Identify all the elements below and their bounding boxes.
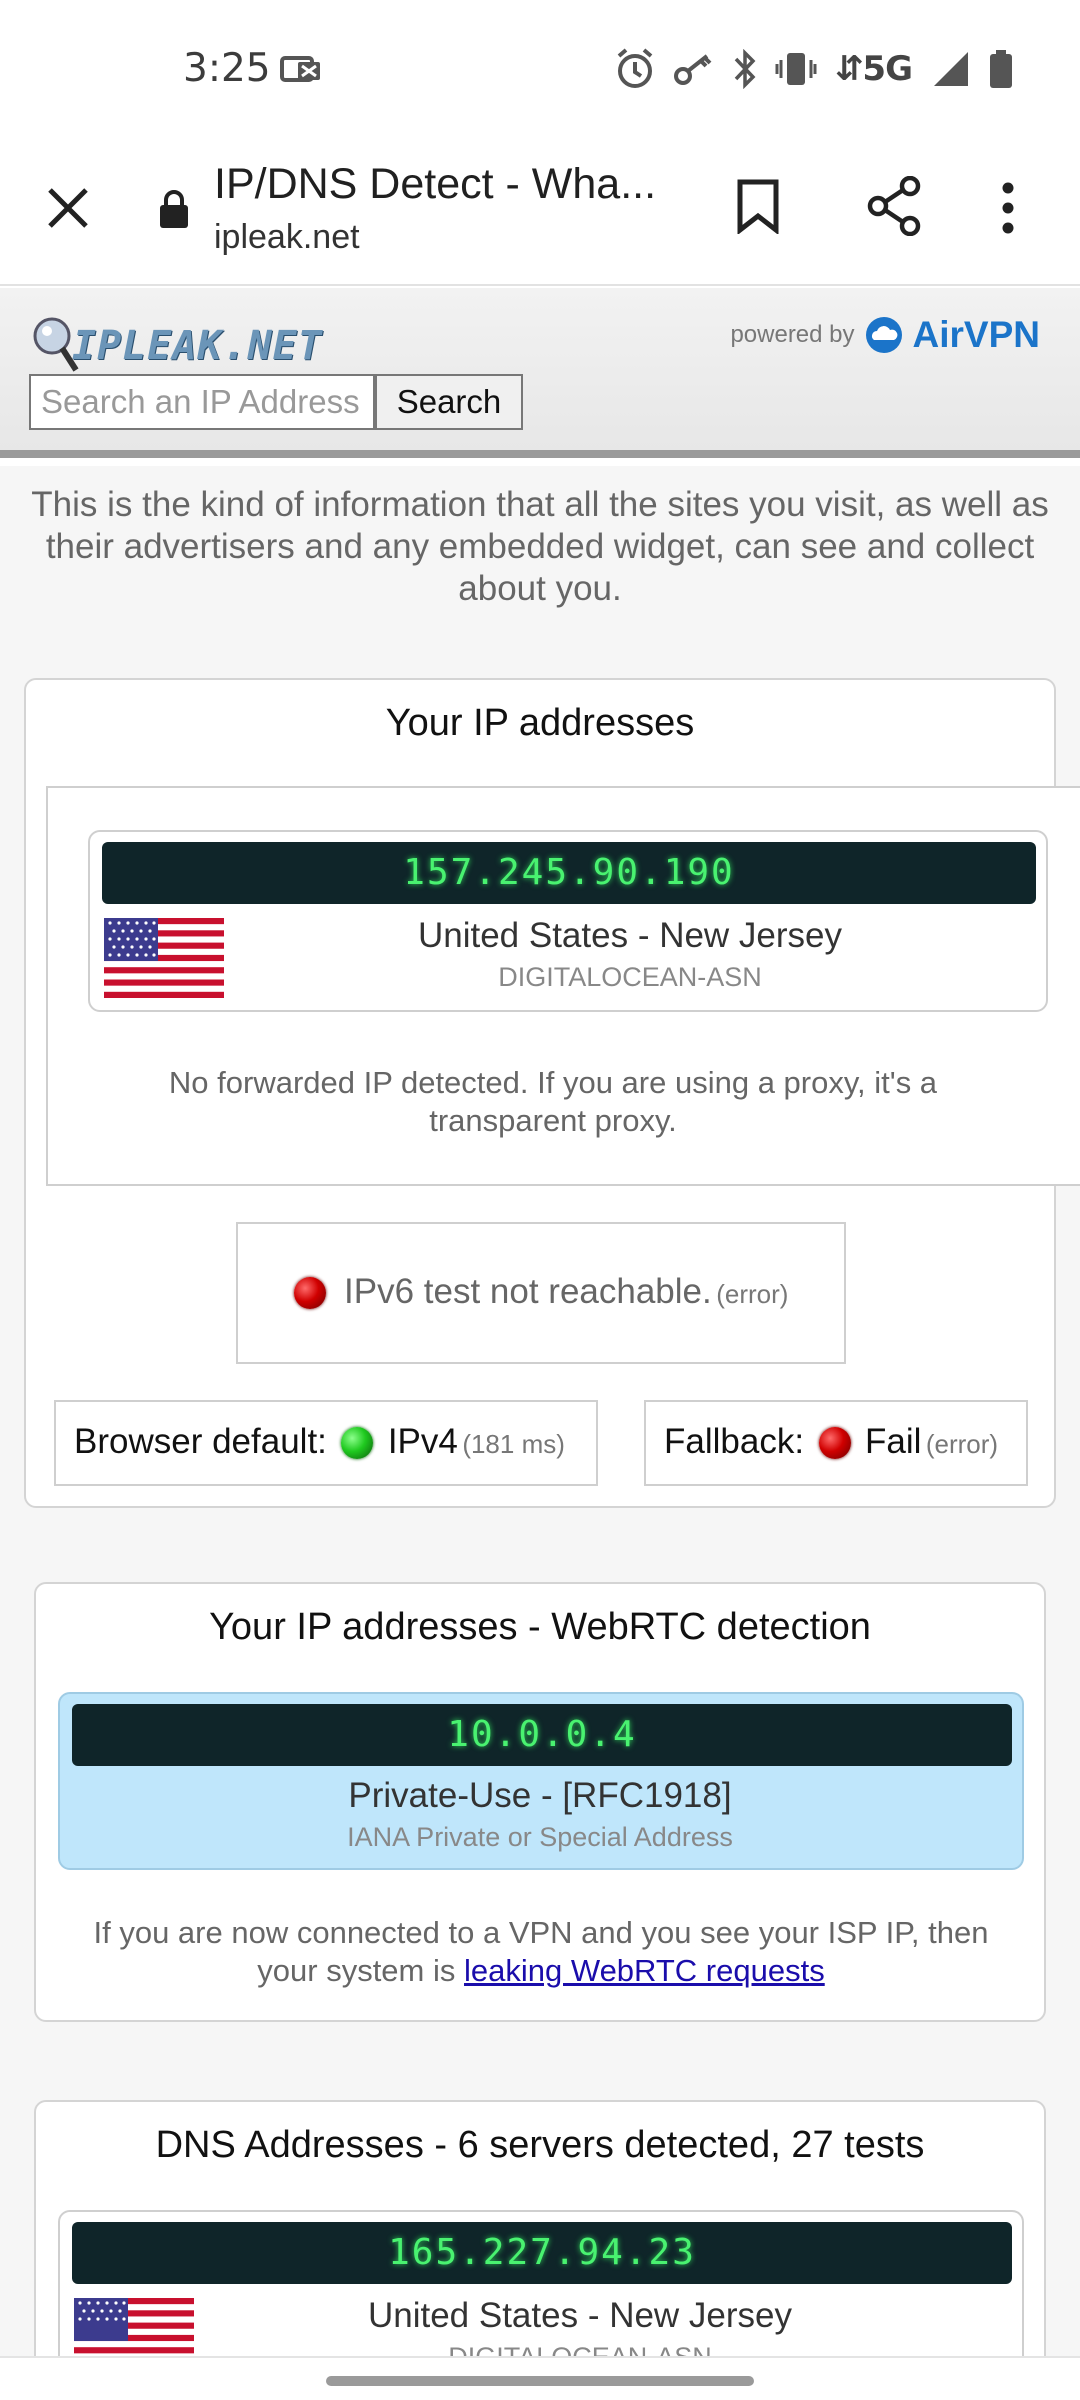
- browser-default-value: IPv4: [387, 1422, 458, 1461]
- airvpn-logo-text: AirVPN: [912, 314, 1040, 355]
- airvpn-cloud-icon: [865, 317, 902, 353]
- home-gesture-handle[interactable]: [326, 2376, 754, 2386]
- site-header: IPLEAK.NET powered by AirVPN Search: [0, 288, 1080, 458]
- fallback-value: Fail: [864, 1422, 922, 1461]
- ip-location: United States - New Jersey: [417, 916, 843, 955]
- browser-default-latency: (181 ms): [462, 1429, 565, 1459]
- ip-detail-frame: 157.245.90.190 United States - New Jerse…: [46, 786, 1080, 1186]
- ipv6-status-box: IPv6 test not reachable. (error): [236, 1222, 846, 1364]
- webrtc-leak-link[interactable]: leaking WebRTC requests: [464, 1953, 825, 1988]
- more-vert-icon[interactable]: [1000, 180, 1016, 236]
- dns-location: United States - New Jersey: [367, 2296, 793, 2335]
- browser-default-label: Browser default:: [74, 1422, 327, 1461]
- red-status-dot-icon: [818, 1426, 851, 1459]
- gesture-nav-bar: [0, 2356, 1080, 2400]
- intro-text: This is the kind of information that all…: [31, 485, 1049, 608]
- webrtc-location: Private-Use - [RFC1918]: [348, 1776, 732, 1815]
- bookmark-icon[interactable]: [734, 178, 782, 234]
- ip-isp: DIGITALOCEAN-ASN: [498, 962, 762, 992]
- powered-by-label: powered by: [730, 321, 855, 348]
- share-icon[interactable]: [866, 176, 922, 236]
- bluetooth-icon: [734, 49, 756, 89]
- dns-section-title: DNS Addresses - 6 servers detected, 27 t…: [155, 2124, 925, 2166]
- powered-by[interactable]: powered by AirVPN: [730, 314, 1040, 356]
- browser-default-box: Browser default: IPv4 (181 ms): [54, 1400, 598, 1486]
- lock-icon[interactable]: [158, 188, 190, 230]
- ip-box: 157.245.90.190 United States - New Jerse…: [88, 830, 1048, 1012]
- close-icon[interactable]: [42, 182, 94, 234]
- forwarded-ip-note: No forwarded IP detected. If you are usi…: [168, 1065, 938, 1138]
- webrtc-ip-box: 10.0.0.4 Private-Use - [RFC1918] IANA Pr…: [58, 1692, 1024, 1870]
- fallback-label: Fallback:: [664, 1422, 805, 1461]
- dns-isp: DIGITALOCEAN-ASN: [190, 2342, 970, 2356]
- status-bar: 3:25 ⇵5G: [0, 0, 1080, 140]
- search-button[interactable]: Search: [375, 374, 523, 430]
- dns-card: DNS Addresses - 6 servers detected, 27 t…: [34, 2100, 1046, 2356]
- logo-text: IPLEAK.NET: [72, 323, 323, 369]
- page-title[interactable]: IP/DNS Detect - Wha...: [214, 160, 674, 209]
- webrtc-section-title: Your IP addresses - WebRTC detection: [209, 1606, 871, 1648]
- signal-icon: [934, 52, 968, 86]
- vpn-key-icon: [673, 54, 712, 85]
- red-status-dot-icon: [293, 1276, 326, 1309]
- ipv6-error-text: (error): [716, 1279, 789, 1309]
- webrtc-card: Your IP addresses - WebRTC detection 10.…: [34, 1582, 1046, 2022]
- webrtc-isp: IANA Private or Special Address: [347, 1822, 733, 1852]
- ip-search: Search: [29, 374, 523, 430]
- green-status-dot-icon: [341, 1426, 374, 1459]
- dns-ip-box: 165.227.94.23 United States - New Jersey…: [58, 2210, 1024, 2356]
- notification-card-icon: [280, 52, 324, 91]
- ip-address-display[interactable]: 157.245.90.190: [102, 842, 1036, 904]
- network-type: ⇵5G: [834, 49, 913, 89]
- ip-addresses-card: Your IP addresses 157.245.90.190 United …: [24, 678, 1080, 1508]
- status-icons: ⇵5G: [615, 48, 1014, 90]
- url-text[interactable]: ipleak.net: [214, 218, 360, 257]
- ip-search-input[interactable]: [29, 374, 375, 430]
- ipv6-status-text: IPv6 test not reachable.: [344, 1272, 712, 1311]
- us-flag-icon: [74, 2298, 194, 2356]
- battery-icon: [990, 50, 1012, 88]
- vibrate-icon: [775, 53, 817, 85]
- us-flag-icon: [104, 918, 224, 998]
- main-content: This is the kind of information that all…: [0, 466, 1080, 2356]
- browser-toolbar: IP/DNS Detect - Wha... ipleak.net: [0, 140, 1080, 286]
- ip-section-title: Your IP addresses: [385, 702, 695, 744]
- webrtc-ip-display[interactable]: 10.0.0.4: [72, 1704, 1012, 1766]
- status-time: 3:25: [183, 46, 271, 91]
- fallback-box: Fallback: Fail (error): [644, 1400, 1028, 1486]
- alarm-icon: [617, 48, 653, 88]
- webrtc-note: If you are now connected to a VPN and yo…: [66, 1914, 1016, 1990]
- ipleak-logo[interactable]: IPLEAK.NET: [30, 314, 323, 378]
- fallback-error-text: (error): [925, 1429, 999, 1459]
- dns-ip-display[interactable]: 165.227.94.23: [72, 2222, 1012, 2284]
